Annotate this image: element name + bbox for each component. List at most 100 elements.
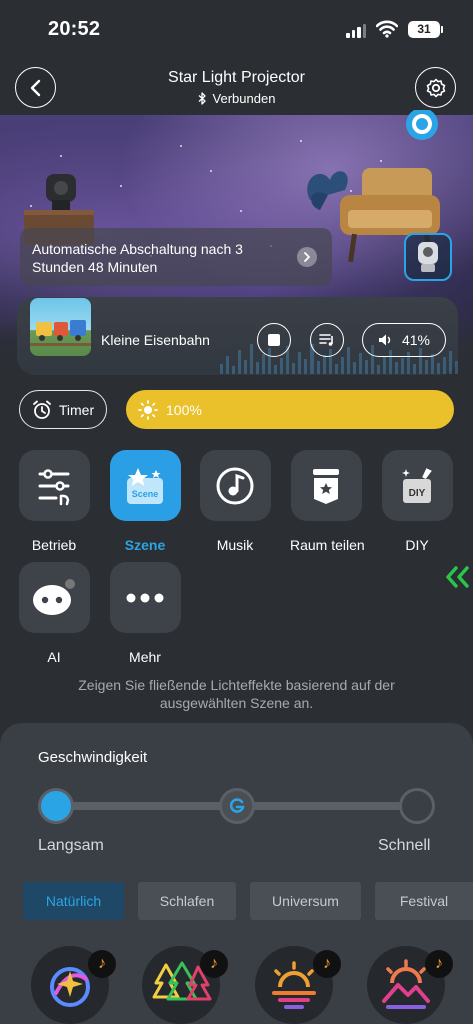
volume-value: 41% [401, 332, 431, 348]
eq-bar [280, 358, 284, 374]
mode-mehr[interactable]: Mehr [109, 562, 181, 665]
timer-label: Timer [58, 401, 95, 418]
playlist-button[interactable] [310, 323, 344, 357]
music-note-icon: ♪ [200, 950, 228, 978]
eq-bar [262, 354, 266, 374]
chevron-right-icon[interactable] [297, 247, 317, 267]
projector-device-icon [418, 242, 438, 272]
mode-betrieb[interactable]: Betrieb [18, 450, 90, 553]
eq-bar [298, 352, 302, 374]
eq-bar [358, 353, 362, 374]
track-title: Kleine Eisenbahn [101, 332, 210, 348]
scene-icon: Scene [109, 450, 181, 521]
eq-bar [394, 362, 398, 374]
album-art[interactable] [30, 298, 91, 356]
eq-bar [425, 360, 429, 374]
page-title: Star Light Projector [168, 69, 305, 86]
eq-bar [431, 354, 435, 374]
diy-icon: DIY [381, 450, 453, 521]
status-time: 20:52 [48, 18, 101, 40]
diy-icon-text: DIY [409, 488, 426, 499]
mode-label: AI [47, 649, 61, 665]
speaker-icon [378, 334, 391, 346]
battery-tip [441, 26, 443, 33]
sun-icon [138, 399, 158, 420]
eq-bar [443, 357, 447, 374]
eq-bar [238, 350, 242, 374]
device-view-button[interactable] [404, 233, 452, 281]
eq-bar [340, 357, 344, 374]
volume-button[interactable]: 41% [362, 323, 446, 357]
mode-szene[interactable]: Scene Szene [109, 450, 181, 553]
eq-bar [256, 362, 260, 374]
brightness-slider[interactable]: 100% [126, 390, 454, 429]
mode-label: Betrieb [31, 537, 77, 553]
double-chevron-left-icon[interactable] [445, 566, 471, 588]
connection-label: Verbunden [212, 91, 276, 106]
settings-button[interactable] [415, 67, 456, 108]
mode-raum-teilen[interactable]: Raum teilen [290, 450, 365, 553]
eq-bar [382, 356, 386, 374]
mode-label: DIY [405, 537, 429, 553]
music-note-icon: ♪ [88, 950, 116, 978]
speed-max-label: Schnell [378, 837, 431, 854]
eq-bar [334, 364, 338, 374]
mode-label: Mehr [129, 649, 161, 665]
eq-bar [292, 363, 296, 374]
category-tab-festival[interactable]: Festival [375, 882, 473, 920]
eq-bar [304, 359, 308, 374]
category-tab-universum[interactable]: Universum [250, 882, 361, 920]
speed-fast-knob[interactable] [399, 788, 435, 824]
eq-bar [316, 361, 320, 374]
eq-bar [250, 344, 254, 374]
eq-bar [413, 364, 417, 374]
cellular-signal-icon [346, 22, 366, 38]
connection-status: Verbunden [0, 91, 473, 106]
mode-label: Raum teilen [290, 537, 365, 553]
gear-icon [426, 78, 445, 97]
category-tab-schlafen[interactable]: Schlafen [138, 882, 236, 920]
robot-icon [18, 562, 90, 633]
eq-bar [322, 355, 326, 374]
bluetooth-icon [198, 92, 206, 105]
wifi-icon [376, 20, 398, 38]
eq-bar [244, 360, 248, 374]
g-logo-icon [229, 798, 245, 813]
music-note-icon: ♪ [313, 950, 341, 978]
category-tab-natuerlich[interactable]: Natürlich [23, 882, 124, 920]
eq-bar [220, 364, 224, 374]
eq-bar [346, 347, 350, 374]
stop-icon [268, 334, 280, 346]
mode-musik[interactable]: Musik [199, 450, 271, 553]
timer-button[interactable]: Timer [19, 390, 107, 429]
eq-bar [274, 365, 278, 374]
auto-off-text: Automatische Abschaltung nach 3 Stunden … [32, 241, 243, 275]
train-illustration [30, 320, 91, 346]
battery-indicator: 31 [408, 21, 440, 38]
sliders-icon [18, 450, 90, 521]
mode-diy[interactable]: DIY DIY [381, 450, 453, 553]
speed-medium-knob[interactable] [219, 788, 255, 824]
speed-title: Geschwindigkeit [38, 749, 148, 766]
eq-bar [352, 362, 356, 374]
more-icon [109, 562, 181, 633]
auto-off-banner[interactable]: Automatische Abschaltung nach 3 Stunden … [20, 228, 332, 286]
eq-bar [364, 360, 368, 374]
alarm-clock-icon [32, 400, 51, 419]
eq-bar [226, 356, 230, 374]
speed-slow-knob[interactable] [38, 788, 74, 824]
eq-bar [455, 361, 459, 374]
stop-button[interactable] [257, 323, 291, 357]
mode-label: Musik [216, 537, 254, 553]
speed-min-label: Langsam [38, 837, 104, 854]
eq-bar [449, 351, 453, 374]
music-note-icon: ♪ [425, 950, 453, 978]
scene-icon-text: Scene [132, 489, 159, 499]
mode-ai[interactable]: AI [18, 562, 90, 665]
mode-label: Szene [124, 537, 166, 553]
music-icon [199, 450, 271, 521]
eq-bar [376, 365, 380, 374]
playlist-icon [319, 334, 333, 346]
power-ring-icon[interactable] [404, 110, 440, 146]
room-share-icon [290, 450, 362, 521]
